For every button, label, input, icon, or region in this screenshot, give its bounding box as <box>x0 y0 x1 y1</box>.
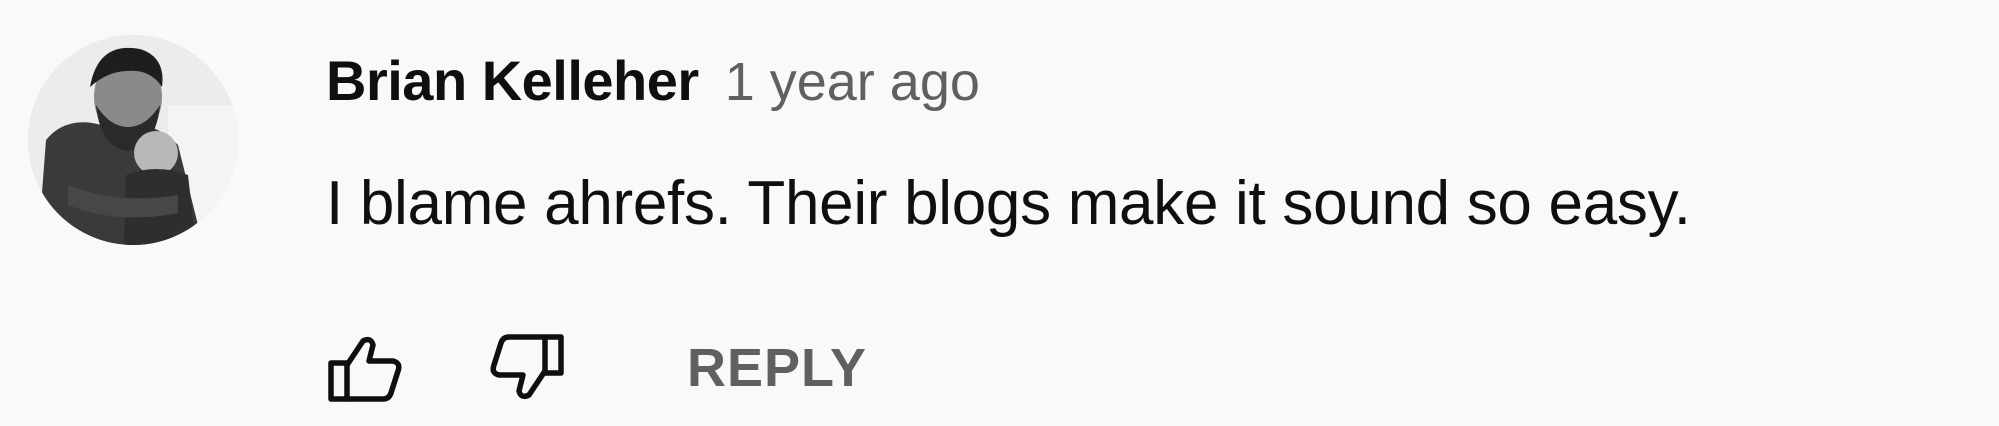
comment-text: I blame ahrefs. Their blogs make it soun… <box>326 169 1691 238</box>
comment-actions: REPLY <box>320 328 867 408</box>
avatar[interactable] <box>28 35 238 245</box>
thumbs-up-icon <box>328 336 402 402</box>
comment-header: Brian Kelleher 1 year ago <box>326 48 980 118</box>
dislike-button[interactable] <box>482 328 572 408</box>
reply-button[interactable]: REPLY <box>687 337 867 399</box>
thumbs-down-icon <box>490 334 564 400</box>
author-name[interactable]: Brian Kelleher <box>326 48 699 113</box>
like-button[interactable] <box>320 328 410 408</box>
avatar-photo-icon <box>28 35 238 245</box>
comment-timestamp[interactable]: 1 year ago <box>725 51 980 113</box>
comment-item: Brian Kelleher 1 year ago I blame ahrefs… <box>0 0 1999 426</box>
